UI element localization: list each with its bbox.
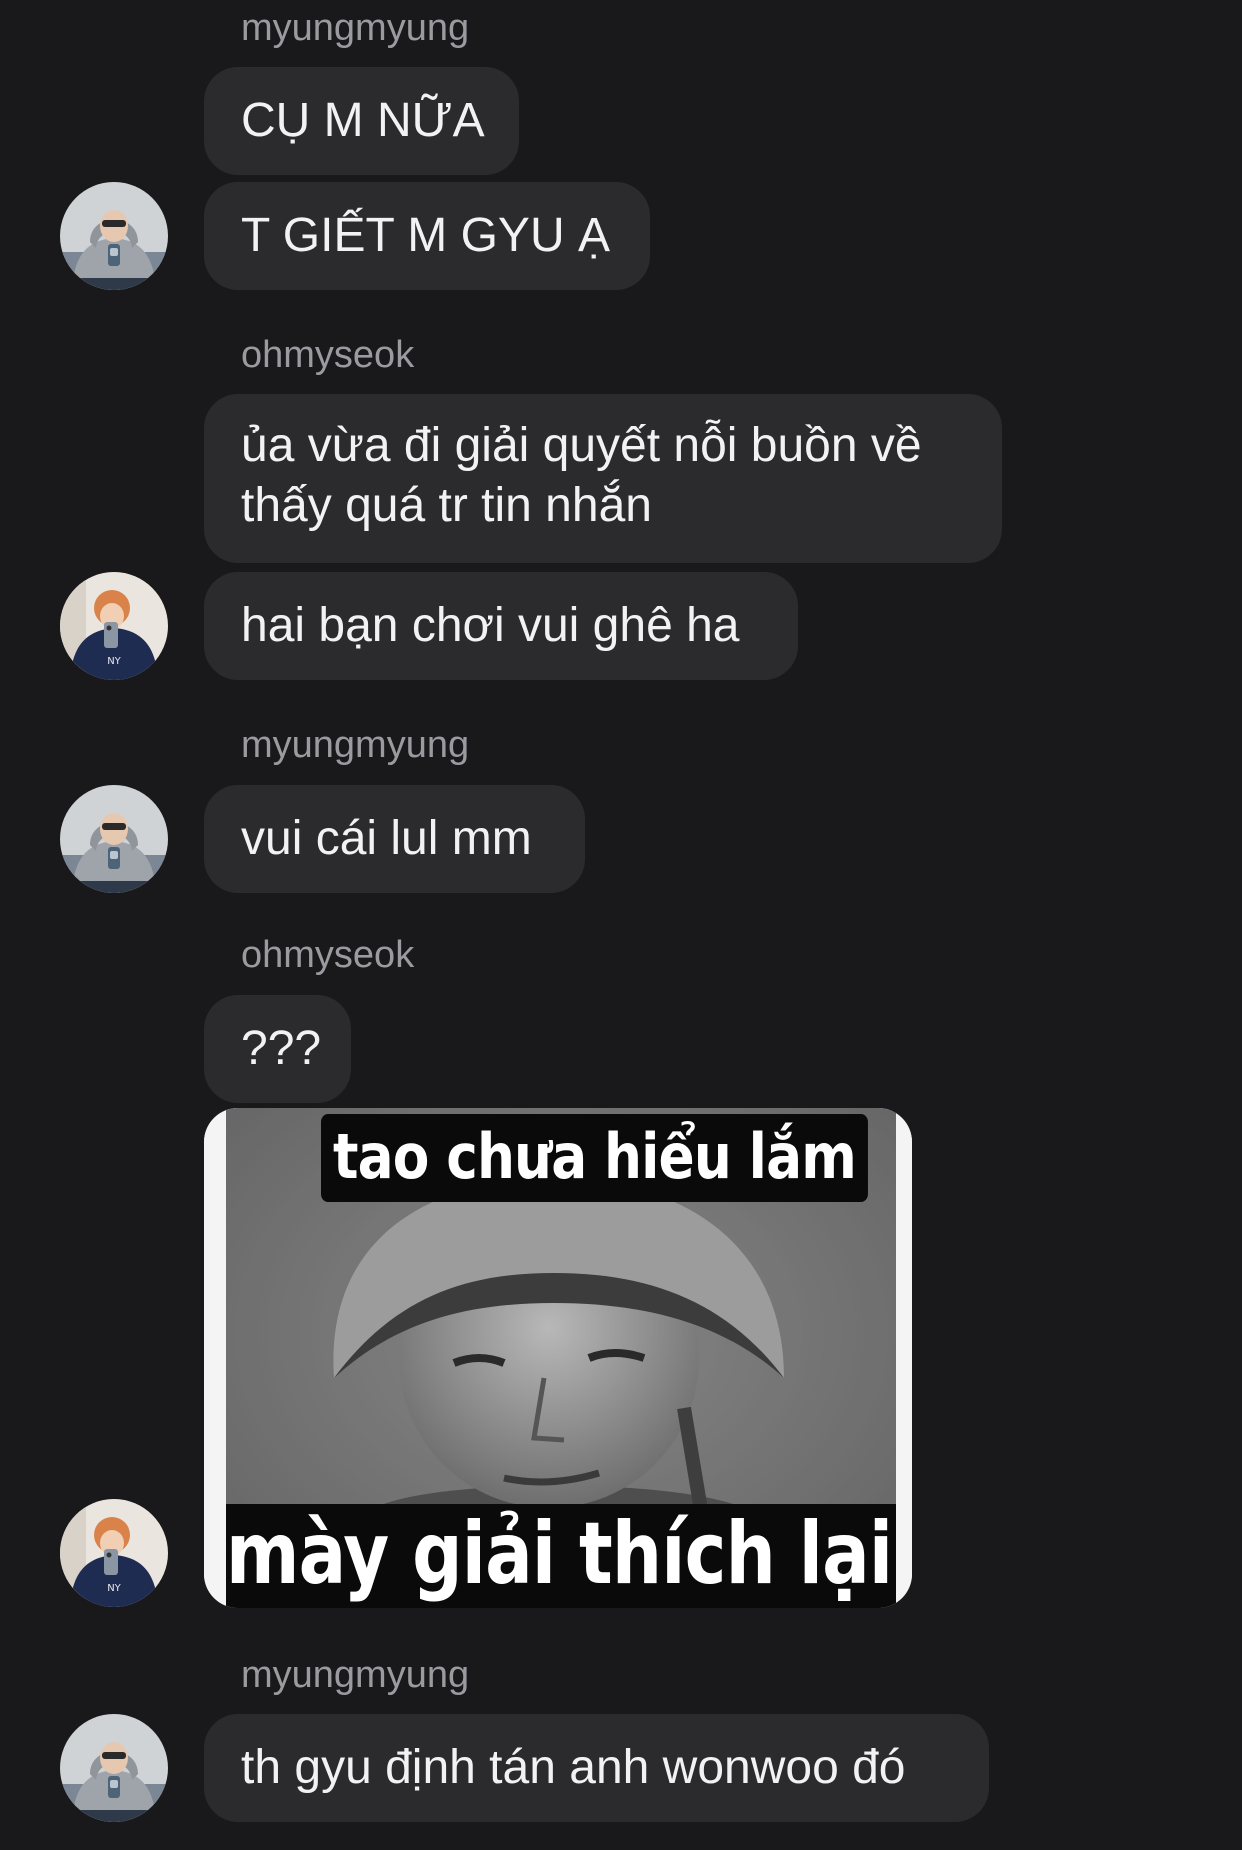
avatar-ohmyseok[interactable]: NY	[60, 572, 168, 680]
avatar-grey-hoodie-icon	[60, 785, 168, 893]
avatar-grey-hoodie-icon	[60, 1714, 168, 1822]
message-bubble[interactable]: CỤ M NỮA	[204, 67, 519, 175]
message-text: th gyu định tán anh wonwoo đó	[241, 1741, 906, 1794]
sender-name: myungmyung	[241, 7, 470, 49]
message-text: ???	[241, 1022, 322, 1075]
message-bubble[interactable]: th gyu định tán anh wonwoo đó	[204, 1714, 989, 1822]
meme-bottom-caption: mày giải thích lại đi	[226, 1504, 912, 1608]
message-text: T GIẾT M GYU Ạ	[241, 209, 610, 262]
avatar-myungmyung[interactable]	[60, 785, 168, 893]
avatar-myungmyung[interactable]	[60, 1714, 168, 1822]
meme-top-caption: tao chưa hiểu lắm	[321, 1114, 868, 1202]
message-bubble[interactable]: vui cái lul mm	[204, 785, 585, 893]
avatar-navy-hoodie-icon: NY	[60, 1499, 168, 1607]
svg-text:NY: NY	[107, 656, 121, 667]
avatar-navy-hoodie-icon: NY	[60, 572, 168, 680]
message-bubble[interactable]: T GIẾT M GYU Ạ	[204, 182, 650, 290]
meme-image[interactable]: tao chưa hiểu lắm mày giải thích lại đi	[204, 1108, 912, 1608]
sender-name: ohmyseok	[241, 934, 415, 976]
message-text: CỤ M NỮA	[241, 94, 485, 147]
message-bubble[interactable]: ???	[204, 995, 351, 1103]
sender-name: myungmyung	[241, 724, 470, 766]
sender-name: myungmyung	[241, 1654, 470, 1696]
message-bubble[interactable]: ủa vừa đi giải quyết nỗi buồn về thấy qu…	[204, 394, 1002, 563]
message-bubble[interactable]: hai bạn chơi vui ghê ha	[204, 572, 798, 680]
svg-text:NY: NY	[107, 1583, 121, 1594]
message-text: vui cái lul mm	[241, 812, 532, 865]
message-text: hai bạn chơi vui ghê ha	[241, 599, 740, 652]
avatar-ohmyseok[interactable]: NY	[60, 1499, 168, 1607]
avatar-myungmyung[interactable]	[60, 182, 168, 290]
sender-name: ohmyseok	[241, 334, 415, 376]
avatar-grey-hoodie-icon	[60, 182, 168, 290]
message-text: ủa vừa đi giải quyết nỗi buồn về thấy qu…	[241, 419, 922, 532]
